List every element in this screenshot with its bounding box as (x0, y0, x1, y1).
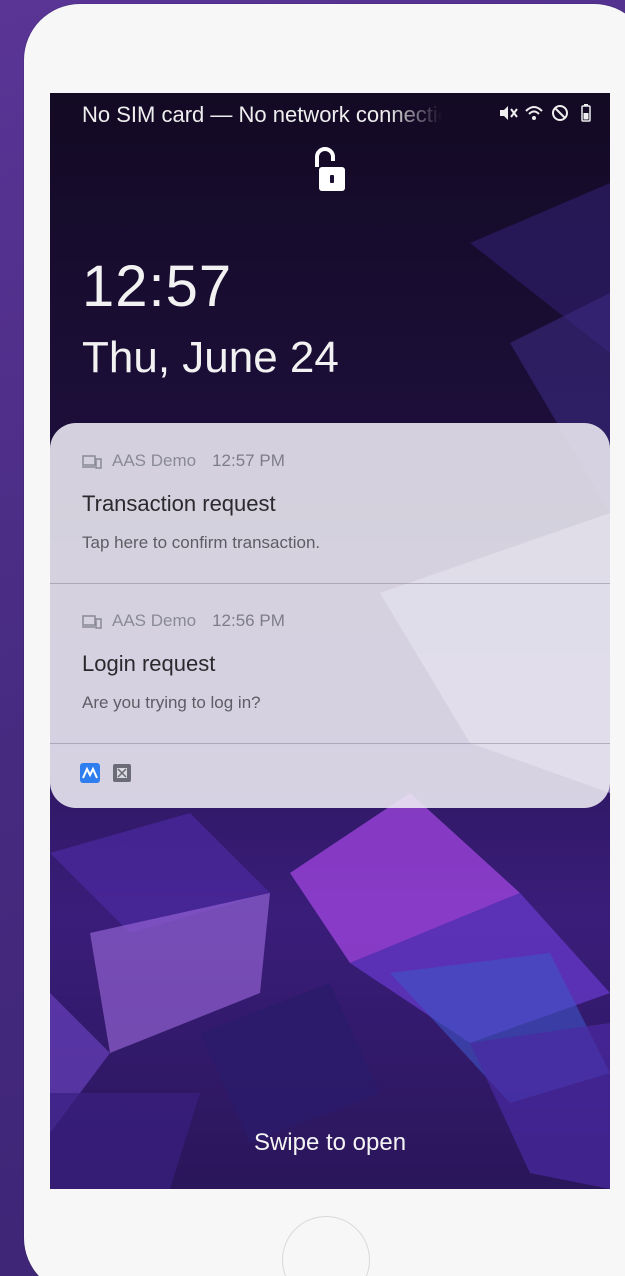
notification-transaction[interactable]: AAS Demo 12:57 PM Transaction request Ta… (50, 423, 610, 583)
notification-title: Login request (82, 651, 216, 676)
notification-panel: AAS Demo 12:57 PM Transaction request Ta… (50, 423, 610, 808)
divider (50, 743, 610, 744)
notification-app-name: AAS Demo (112, 611, 197, 630)
status-bar: No SIM card — No network connection (50, 93, 610, 135)
notification-time: 12:56 PM (212, 611, 285, 630)
notification-body: Are you trying to log in? (82, 693, 261, 712)
notification-time: 12:57 PM (212, 451, 285, 470)
do-not-disturb-icon (550, 103, 570, 123)
notification-title: Transaction request (82, 491, 276, 516)
aas-demo-app-icon[interactable] (80, 763, 100, 783)
mute-icon (498, 103, 518, 123)
notification-meta: AAS Demo 12:57 PM (82, 451, 285, 471)
status-icons (498, 103, 596, 123)
notification-meta: AAS Demo 12:56 PM (82, 611, 285, 631)
notification-login[interactable]: AAS Demo 12:56 PM Login request Are you … (50, 583, 610, 743)
lock-screen: No SIM card — No network connection 12:5… (50, 93, 610, 1189)
notification-app-tray (80, 763, 132, 783)
wifi-icon (524, 103, 544, 123)
lock-clock: 12:57 (82, 254, 233, 319)
device-icon (82, 454, 102, 469)
battery-icon (576, 103, 596, 123)
device-icon (82, 614, 102, 629)
network-status-text: No SIM card — No network connection (82, 102, 442, 127)
unlocked-padlock-icon[interactable] (309, 145, 349, 195)
secure-app-icon[interactable] (112, 763, 132, 783)
notification-app-name: AAS Demo (112, 451, 197, 470)
notification-body: Tap here to confirm transaction. (82, 533, 321, 552)
lock-date: Thu, June 24 (82, 333, 339, 382)
swipe-to-open-hint[interactable]: Swipe to open (50, 1129, 610, 1157)
